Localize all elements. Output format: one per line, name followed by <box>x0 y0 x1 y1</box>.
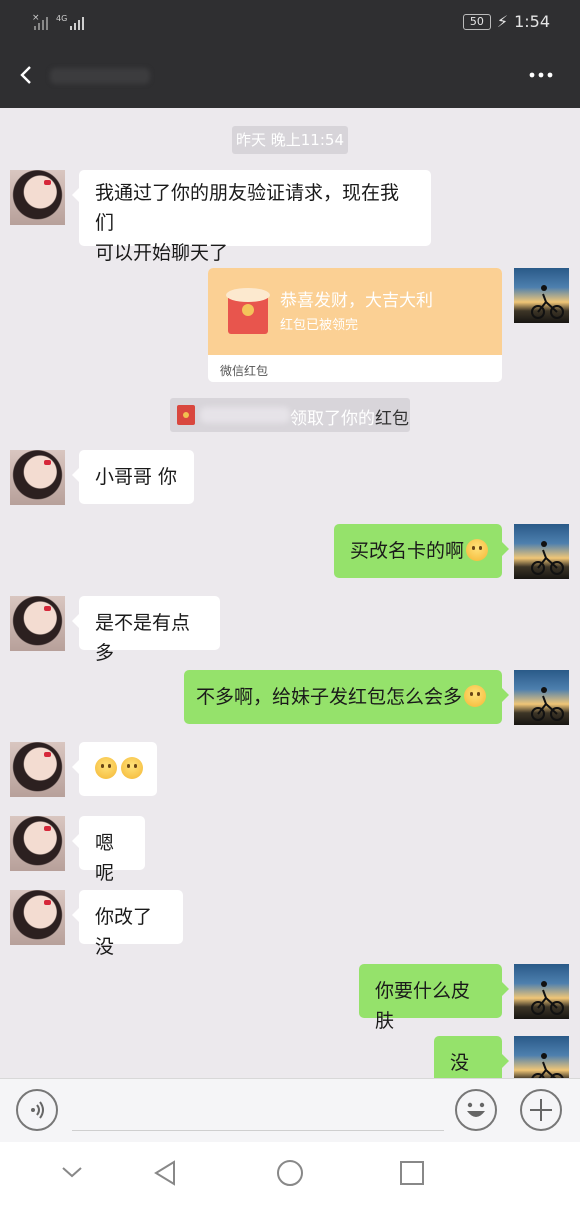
message-input[interactable] <box>72 1130 444 1131</box>
message-bubble[interactable]: 是不是有点多 <box>72 596 220 664</box>
self-avatar[interactable] <box>514 964 569 1019</box>
system-navigation-bar <box>0 1142 580 1205</box>
message-bubble[interactable]: 我通过了你的朋友验证请求，现在我们 可以开始聊天了 <box>72 170 431 264</box>
red-packet-card[interactable]: 恭喜发财，大吉大利 红包已被领完 微信红包 <box>208 268 502 382</box>
charging-icon: ⚡ <box>496 12 509 31</box>
self-avatar[interactable] <box>514 1036 569 1078</box>
more-icon[interactable] <box>528 68 554 82</box>
message-bubble[interactable]: 你改了没 <box>72 890 183 958</box>
svg-text:×: × <box>32 13 40 23</box>
smile-emoji-icon <box>121 757 143 779</box>
message-bubble-self[interactable]: 你要什么皮肤 <box>359 964 509 1032</box>
contact-name-blurred <box>50 68 150 84</box>
nav-home-icon[interactable] <box>275 1158 305 1188</box>
chat-area[interactable]: 昨天 晚上11:54 我通过了你的朋友验证请求，现在我们 可以开始聊天了 恭喜发… <box>0 108 580 1078</box>
plus-icon <box>530 1099 552 1121</box>
red-packet-received-notice: 领取了你的红包 <box>170 398 410 432</box>
nav-back-icon[interactable] <box>152 1158 180 1188</box>
message-bubble[interactable]: 小哥哥 你 <box>72 450 194 504</box>
message-bubble-self[interactable]: 没有 <box>434 1036 509 1078</box>
message-bubble[interactable]: 嗯呢 <box>72 816 145 884</box>
contact-avatar[interactable] <box>10 816 65 871</box>
emoji-icon <box>467 1102 485 1117</box>
signal-icon: × 4G <box>32 13 84 30</box>
self-avatar[interactable] <box>514 268 569 323</box>
flushed-emoji-icon <box>464 685 487 707</box>
laughing-tears-emoji-icon <box>466 539 489 561</box>
contact-avatar[interactable] <box>10 742 65 797</box>
contact-avatar[interactable] <box>10 170 65 225</box>
chat-header <box>0 44 580 108</box>
self-avatar[interactable] <box>514 670 569 725</box>
plus-button[interactable] <box>520 1089 562 1131</box>
voice-button[interactable] <box>16 1089 58 1131</box>
back-arrow-icon[interactable] <box>16 64 38 86</box>
message-bubble-self[interactable]: 买改名卡的啊 <box>334 524 509 578</box>
svg-text:4G: 4G <box>56 14 67 23</box>
clock: 1:54 <box>514 12 550 31</box>
red-packet-icon <box>177 405 195 425</box>
contact-avatar[interactable] <box>10 890 65 945</box>
contact-avatar[interactable] <box>10 450 65 505</box>
timestamp: 昨天 晚上11:54 <box>232 126 348 154</box>
status-bar: × 4G 50 ⚡ 1:54 <box>0 0 580 44</box>
voice-icon <box>31 1101 44 1119</box>
contact-avatar[interactable] <box>10 596 65 651</box>
red-envelope-icon <box>226 288 270 334</box>
input-bar <box>0 1078 580 1143</box>
name-blurred <box>200 407 290 423</box>
message-bubble[interactable] <box>72 742 157 796</box>
message-bubble-self[interactable]: 不多啊，给妹子发红包怎么会多 <box>184 670 509 724</box>
battery-indicator: 50 <box>462 13 491 30</box>
nav-recent-icon[interactable] <box>398 1159 426 1187</box>
smile-emoji-icon <box>95 757 117 779</box>
nav-down-icon[interactable] <box>60 1162 84 1182</box>
self-avatar[interactable] <box>514 524 569 579</box>
emoji-button[interactable] <box>455 1089 497 1131</box>
